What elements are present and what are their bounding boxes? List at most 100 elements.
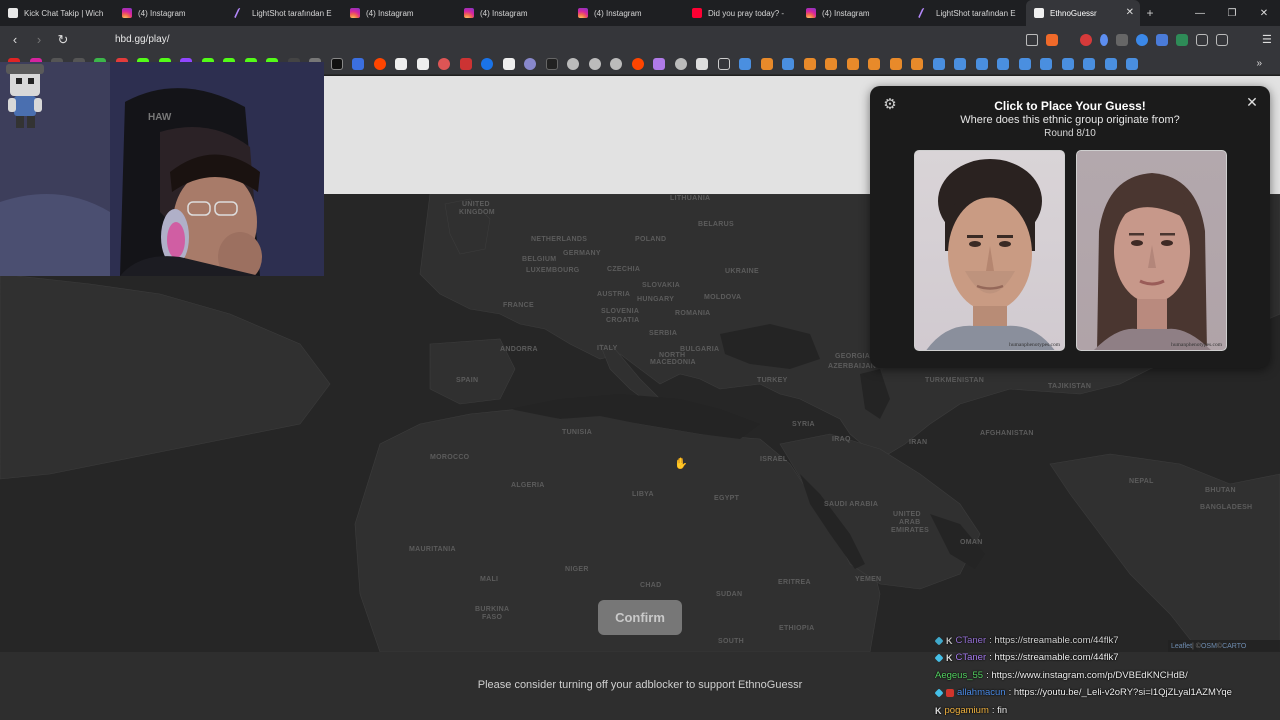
map-label: SOUTH <box>718 638 744 645</box>
extension-icon[interactable] <box>1080 33 1092 46</box>
bookmark-icon[interactable] <box>868 57 880 70</box>
back-button[interactable]: ‹ <box>6 31 24 49</box>
bookmark-icon[interactable] <box>889 57 902 70</box>
address-bar[interactable]: hbd.gg/play/ <box>100 30 1100 49</box>
map-label: UNITED <box>893 511 921 518</box>
bookmark-icon[interactable] <box>588 57 601 70</box>
bookmark-icon[interactable] <box>395 57 407 70</box>
tab-lightshot[interactable]: LightShot tarafından E <box>912 0 1026 26</box>
close-window-button[interactable]: ✕ <box>1248 0 1280 26</box>
bookmark-icon[interactable] <box>760 57 773 70</box>
extension-icon[interactable] <box>1100 33 1108 46</box>
tab-instagram[interactable]: (4) Instagram <box>114 0 228 26</box>
bookmark-icon[interactable] <box>545 57 558 70</box>
webcam-overlay: HAW <box>0 62 324 276</box>
bookmark-icon[interactable] <box>1083 57 1095 70</box>
chat-text: https://streamable.com/44flk7 <box>994 635 1119 646</box>
badge-icon <box>934 635 944 646</box>
reload-button[interactable]: ↻ <box>54 31 72 49</box>
bookmark-icon[interactable] <box>696 57 708 70</box>
map-label: NETHERLANDS <box>531 236 588 243</box>
prompt-title: Click to Place Your Guess! <box>994 99 1146 113</box>
map-label: MOROCCO <box>430 454 470 461</box>
prompt-question: Where does this ethnic group originate f… <box>960 114 1180 126</box>
bookmark-icon[interactable] <box>803 57 816 70</box>
tab-kick-chat[interactable]: Kick Chat Takip | Wich <box>0 0 114 26</box>
confirm-button[interactable]: Confirm <box>598 600 682 635</box>
bookmark-icon[interactable] <box>502 57 515 70</box>
instagram-icon <box>350 8 360 18</box>
bookmark-icon[interactable] <box>524 57 536 70</box>
bookmark-icon[interactable] <box>997 57 1009 70</box>
bookmark-icon[interactable] <box>975 57 988 70</box>
reddit-icon[interactable] <box>373 57 386 70</box>
tab-lightshot[interactable]: LightShot tarafından E <box>228 0 342 26</box>
bookmark-icon[interactable] <box>459 57 472 70</box>
tab-instagram[interactable]: (4) Instagram <box>456 0 570 26</box>
folder-icon[interactable] <box>717 57 730 70</box>
bookmark-icon[interactable] <box>438 57 450 70</box>
bookmark-icon[interactable] <box>1126 57 1138 70</box>
tab-instagram[interactable]: (4) Instagram <box>570 0 684 26</box>
hand-cursor-icon: ✋ <box>674 458 688 470</box>
map-label: SUDAN <box>716 591 743 598</box>
bookmark-icon[interactable] <box>1061 57 1074 70</box>
image-watermark: humanphenotypes.com <box>1171 342 1222 348</box>
tab-strip: Kick Chat Takip | Wich (4) Instagram Lig… <box>0 0 1280 26</box>
chat-separator: : <box>986 670 989 681</box>
svg-text:HAW: HAW <box>148 112 172 123</box>
x-icon[interactable] <box>330 57 343 70</box>
chevron-right-icon[interactable]: » <box>1256 58 1262 69</box>
extension-icon[interactable] <box>1176 33 1188 46</box>
bookmark-icon[interactable] <box>352 57 364 70</box>
mascot-sticker <box>6 64 44 128</box>
maximize-button[interactable]: ❐ <box>1216 0 1248 26</box>
share-icon[interactable] <box>1026 33 1038 46</box>
minimize-button[interactable]: — <box>1184 0 1216 26</box>
bookmark-icon[interactable] <box>1104 57 1117 70</box>
bookmark-icon[interactable] <box>911 57 923 70</box>
map-label: UNITED <box>462 201 490 208</box>
bookmark-icon[interactable] <box>782 57 794 70</box>
bookmark-icon[interactable] <box>416 57 429 70</box>
bookmark-icon[interactable] <box>932 57 945 70</box>
extension-icon[interactable] <box>1136 33 1148 46</box>
bookmark-icon[interactable] <box>954 57 966 70</box>
male-phenotype-image: humanphenotypes.com <box>914 150 1065 351</box>
forward-button[interactable]: › <box>30 31 48 49</box>
tab-ethnoguessr[interactable]: EthnoGuessr ✕ <box>1026 0 1140 26</box>
map-label: YEMEN <box>855 576 882 583</box>
bookmark-icon[interactable] <box>1040 57 1052 70</box>
map-label: SLOVAKIA <box>642 282 681 289</box>
bookmark-icon[interactable] <box>653 57 665 70</box>
tab-youtube[interactable]: Did you pray today? - <box>684 0 798 26</box>
map-label: IRAN <box>909 439 928 446</box>
puzzle-icon[interactable] <box>1196 33 1208 46</box>
reddit-icon[interactable] <box>631 57 644 70</box>
tab-close-icon[interactable]: ✕ <box>1126 7 1134 18</box>
map-label: OMAN <box>960 539 983 546</box>
chat-message: Aegeus_55 : https://www.instagram.com/p/… <box>935 667 1188 684</box>
extension-icon[interactable] <box>1116 33 1128 46</box>
menu-icon[interactable]: ☰ <box>1262 34 1274 46</box>
map-label: TURKEY <box>757 377 788 384</box>
tab-instagram[interactable]: (4) Instagram <box>798 0 912 26</box>
lightshot-icon <box>917 8 933 18</box>
map-label: SLOVENIA <box>601 308 640 315</box>
bookmark-icon[interactable] <box>610 57 622 70</box>
bookmark-icon[interactable] <box>1018 57 1031 70</box>
new-tab-button[interactable]: + <box>1140 6 1160 20</box>
sidebar-icon[interactable] <box>1216 33 1228 46</box>
extension-icon[interactable] <box>1156 33 1168 46</box>
map-label: TURKMENISTAN <box>925 377 985 384</box>
brave-shield-icon[interactable] <box>1046 33 1058 46</box>
map-label: GERMANY <box>563 250 601 257</box>
bookmark-icon[interactable] <box>846 57 859 70</box>
chat-username: CTaner <box>955 635 987 646</box>
bookmark-icon[interactable] <box>481 57 493 70</box>
bookmark-icon[interactable] <box>739 57 751 70</box>
tab-instagram[interactable]: (4) Instagram <box>342 0 456 26</box>
bookmark-icon[interactable] <box>674 57 687 70</box>
bookmark-icon[interactable] <box>825 57 837 70</box>
bookmark-icon[interactable] <box>567 57 579 70</box>
